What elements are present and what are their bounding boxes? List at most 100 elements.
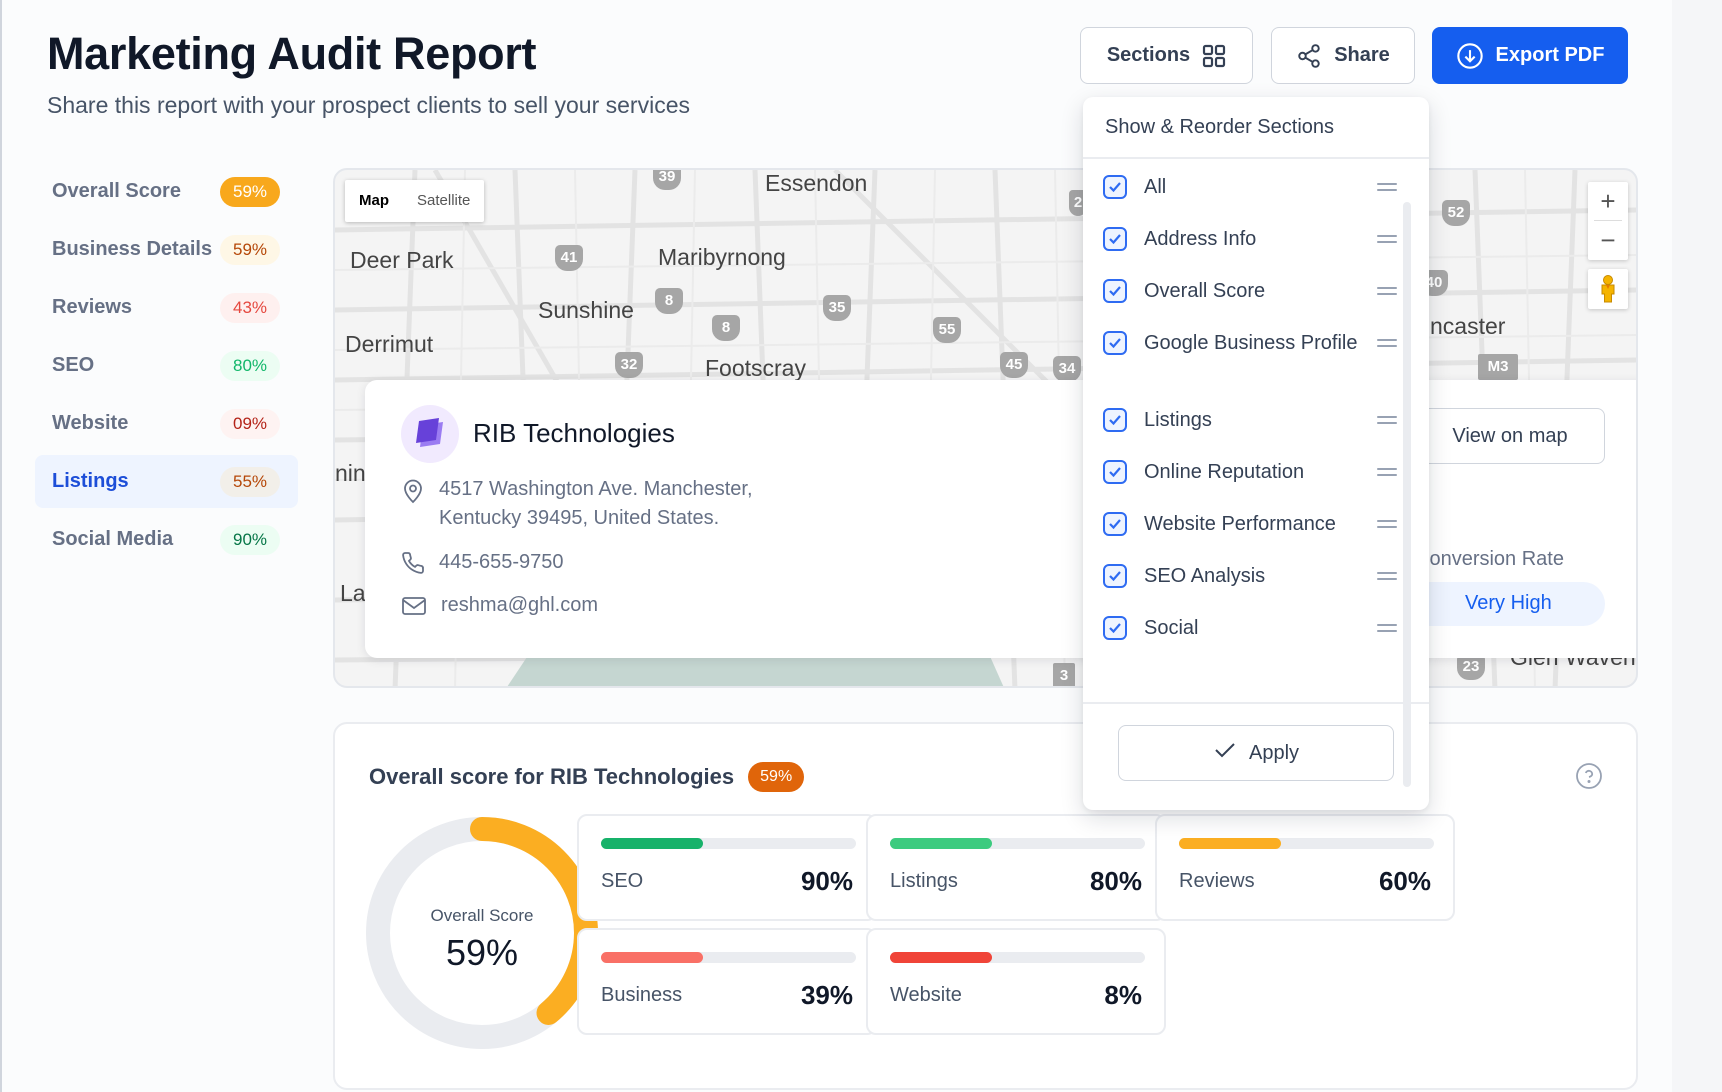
score-stat-card: Website 8% (866, 928, 1166, 1035)
sections-button[interactable]: Sections (1080, 27, 1253, 84)
sidebar-item[interactable]: Reviews 43% (35, 281, 298, 334)
route-shield: 52 (1442, 200, 1470, 226)
window-edge (0, 0, 2, 1092)
checkmark-icon (1109, 234, 1121, 245)
progress-fill (890, 952, 992, 963)
checkbox[interactable] (1103, 408, 1127, 432)
drag-handle-icon[interactable] (1377, 335, 1397, 351)
drag-handle-icon[interactable] (1377, 283, 1397, 299)
export-pdf-button[interactable]: Export PDF (1432, 27, 1628, 84)
donut-value: 59% (445, 932, 519, 973)
section-option-label: Social (1144, 617, 1199, 639)
map-place-label: Maribyrnong (658, 244, 786, 270)
checkbox[interactable] (1103, 460, 1127, 484)
section-option[interactable]: Address Info (1103, 225, 1397, 253)
drag-handle-icon[interactable] (1377, 179, 1397, 195)
email-address: reshma@ghl.com (441, 594, 599, 616)
checkbox[interactable] (1103, 279, 1127, 303)
route-shield: M3 (1478, 354, 1518, 380)
score-badge: 80% (220, 350, 280, 381)
progress-track (1179, 838, 1434, 849)
map-type-map[interactable]: Map (345, 180, 403, 222)
map-place-label: Deer Park (350, 247, 454, 273)
grid-icon (1202, 44, 1226, 68)
drag-handle-icon[interactable] (1377, 620, 1397, 636)
stat-label: Business (601, 984, 683, 1006)
sidebar-item[interactable]: Overall Score 59% (35, 165, 298, 218)
phone-icon (401, 548, 425, 584)
section-option-label: Listings (1144, 409, 1212, 431)
overall-score-heading: Overall score for RIB Technologies 59% (369, 762, 805, 792)
checkbox[interactable] (1103, 175, 1127, 199)
section-option[interactable]: Social (1103, 614, 1397, 642)
stat-label: Listings (890, 870, 958, 892)
checkmark-icon (1109, 338, 1121, 349)
checkmark-icon (1109, 182, 1121, 193)
checkbox[interactable] (1103, 616, 1127, 640)
section-option-label: Online Reputation (1144, 461, 1305, 483)
sidebar-item[interactable]: SEO 80% (35, 339, 298, 392)
drag-handle-icon[interactable] (1377, 231, 1397, 247)
sections-dropdown: Show & Reorder Sections All Address Info O… (1083, 97, 1429, 810)
score-badge: 43% (220, 292, 280, 323)
share-button[interactable]: Share (1271, 27, 1415, 84)
street-view-pegman-icon[interactable] (1588, 269, 1628, 309)
section-option-label: Overall Score (1144, 280, 1266, 302)
section-option[interactable]: Website Performance (1103, 510, 1397, 538)
drag-handle-icon[interactable] (1377, 464, 1397, 480)
checkbox[interactable] (1103, 564, 1127, 588)
help-icon[interactable] (1575, 762, 1603, 795)
score-badge: 09% (220, 408, 280, 439)
share-icon (1296, 43, 1322, 69)
map-card[interactable]: Essendon Deer Park Maribyrnong Sunshine … (333, 168, 1638, 688)
section-option[interactable]: SEO Analysis (1103, 562, 1397, 590)
stat-value: 90% (800, 866, 853, 896)
map-zoom-control: + − (1588, 182, 1628, 260)
sidebar-item-label: Social Media (52, 528, 174, 550)
section-option[interactable]: Listings (1103, 406, 1397, 434)
progress-track (601, 952, 856, 963)
dropdown-title: Show & Reorder Sections (1083, 97, 1429, 159)
route-shield: 55 (933, 317, 961, 343)
mail-icon (401, 591, 427, 627)
sidebar-nav: Overall Score 59% Business Details 59% Revie… (35, 165, 298, 571)
map-place-label: ncaster (1430, 313, 1506, 339)
progress-track (890, 838, 1145, 849)
sidebar-item[interactable]: Website 09% (35, 397, 298, 450)
sidebar-item-label: Listings (52, 470, 129, 492)
checkmark-icon (1109, 519, 1121, 530)
section-option-label: Google Business Profile (1144, 332, 1358, 354)
checkbox[interactable] (1103, 227, 1127, 251)
business-info-card: RIB Technologies 4517 Washington Ave. Ma… (365, 380, 1636, 658)
share-button-label: Share (1334, 44, 1390, 66)
progress-track (601, 838, 856, 849)
dropdown-scrollbar[interactable] (1403, 202, 1411, 787)
map-place-label: Footscray (705, 355, 806, 381)
section-option[interactable]: Overall Score (1103, 277, 1397, 305)
address-line-2: Kentucky 39495, United States. (439, 507, 720, 529)
conversion-rate-value: Very High (1465, 592, 1552, 614)
section-option[interactable]: All (1103, 173, 1397, 201)
sidebar-item[interactable]: Business Details 59% (35, 223, 298, 276)
score-badge: 59% (220, 234, 280, 265)
drag-handle-icon[interactable] (1377, 568, 1397, 584)
sidebar-item[interactable]: Social Media 90% (35, 513, 298, 566)
check-icon (1213, 740, 1237, 766)
view-on-map-button[interactable]: View on map (1415, 408, 1605, 464)
map-type-satellite[interactable]: Satellite (403, 180, 484, 222)
route-shield: 8 (712, 315, 740, 341)
checkbox[interactable] (1103, 512, 1127, 536)
drag-handle-icon[interactable] (1377, 412, 1397, 428)
progress-track (890, 952, 1145, 963)
route-shield: 39 (653, 170, 681, 190)
zoom-out-button[interactable]: − (1588, 221, 1628, 260)
section-option[interactable]: Google Business Profile (1103, 329, 1397, 357)
progress-fill (1179, 838, 1281, 849)
checkbox[interactable] (1103, 331, 1127, 355)
zoom-in-button[interactable]: + (1588, 182, 1628, 221)
apply-button[interactable]: Apply (1118, 725, 1394, 781)
drag-handle-icon[interactable] (1377, 516, 1397, 532)
sidebar-item[interactable]: Listings 55% (35, 455, 298, 508)
company-logo (401, 405, 459, 463)
section-option[interactable]: Online Reputation (1103, 458, 1397, 486)
